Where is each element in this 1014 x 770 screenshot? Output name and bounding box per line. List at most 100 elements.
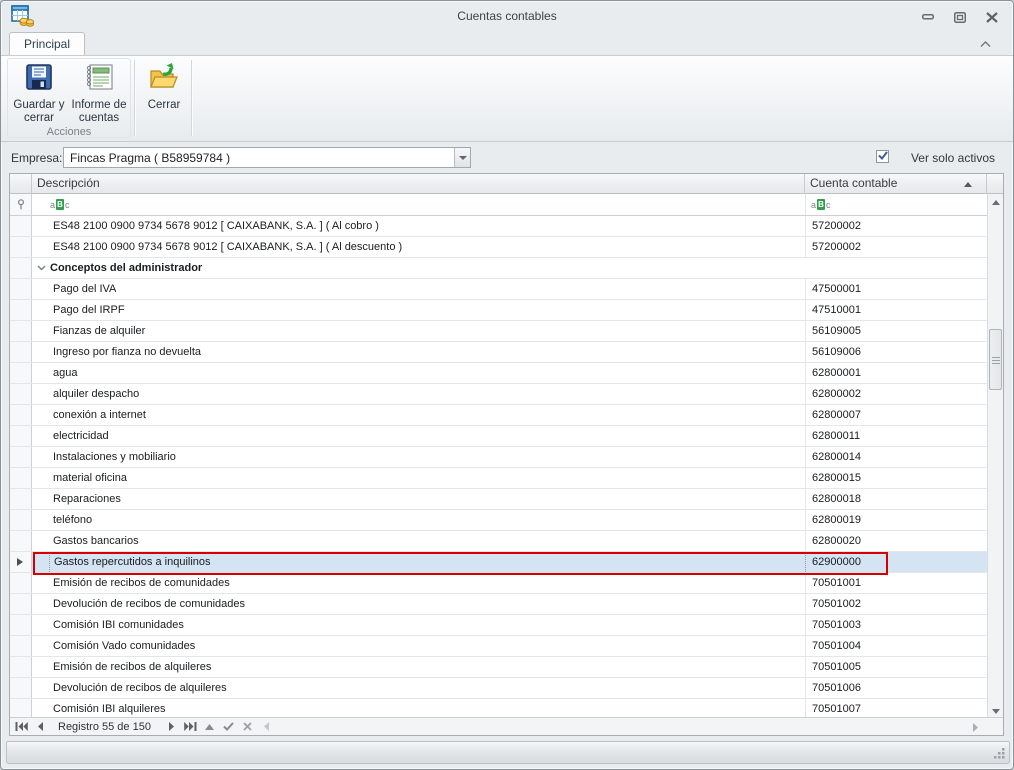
sort-ascending-icon (964, 182, 972, 187)
row-indent (32, 636, 49, 656)
grid-row[interactable]: Instalaciones y mobiliario 62800014 (10, 447, 987, 468)
grid-row[interactable]: Fianzas de alquiler 56109005 (10, 321, 987, 342)
cell-descripcion: Reparaciones (53, 493, 121, 505)
filter-cell-cuenta[interactable]: aBc (805, 194, 987, 215)
ribbon-group-label: Acciones (46, 126, 92, 138)
group-expanded-chevron-icon[interactable] (32, 258, 50, 278)
grid-row[interactable]: electricidad 62800011 (10, 426, 987, 447)
row-indicator (10, 426, 32, 446)
cell-cuenta-contable: 62900000 (805, 552, 987, 572)
cell-cuenta-contable: 47510001 (805, 300, 987, 320)
save-icon (26, 64, 52, 90)
combo-dropdown-button[interactable] (454, 148, 470, 167)
last-record-button[interactable] (183, 720, 199, 734)
button-label: Guardar y cerrar (13, 99, 65, 124)
grid-row[interactable]: Devolución de recibos de alquileres 70501… (10, 678, 987, 699)
cell-descripcion: Devolución de recibos de alquileres (53, 682, 227, 694)
row-indent (32, 657, 49, 677)
grid-row[interactable]: Reparaciones 62800018 (10, 489, 987, 510)
guardar-y-cerrar-button[interactable]: Guardar y cerrar (9, 59, 69, 131)
tab-principal[interactable]: Principal (9, 32, 86, 55)
maximize-button[interactable] (951, 10, 969, 24)
grid-rows: ES48 2100 0900 9734 5678 9012 [ CAIXABAN… (10, 216, 987, 719)
grid-group-row[interactable]: Conceptos del administrador (10, 258, 987, 279)
grid-row[interactable]: ES48 2100 0900 9734 5678 9012 [ CAIXABAN… (10, 216, 987, 237)
previous-record-button[interactable] (32, 720, 48, 734)
row-indicator (10, 384, 32, 404)
column-header-cuenta-contable[interactable]: Cuenta contable (805, 174, 987, 194)
grid-row[interactable]: Ingreso por fianza no devuelta 56109006 (10, 342, 987, 363)
grid-row[interactable]: Devolución de recibos de comunidades 7050… (10, 594, 987, 615)
abc-filter-icon: aBc (811, 199, 831, 210)
ver-solo-activos-checkbox[interactable] (876, 150, 889, 163)
row-indent (32, 237, 49, 257)
end-edit-button[interactable] (221, 720, 237, 734)
first-record-button[interactable] (13, 720, 29, 734)
column-header-label: Cuenta contable (810, 176, 898, 190)
row-indent (32, 510, 49, 530)
move-up-button[interactable] (202, 720, 218, 734)
grid-row[interactable]: agua 62800001 (10, 363, 987, 384)
minimize-button[interactable] (919, 10, 937, 24)
row-indent (32, 678, 49, 698)
informe-de-cuentas-button[interactable]: Informe de cuentas (67, 59, 131, 131)
grid-row[interactable]: Gastos repercutidos a inquilinos 62900000 (10, 552, 987, 573)
grid-row[interactable]: material oficina 62800015 (10, 468, 987, 489)
filter-pin-icon (17, 199, 24, 210)
row-indent (32, 573, 49, 593)
row-indicator (10, 342, 32, 362)
ribbon-collapse-icon[interactable] (977, 37, 993, 51)
cerrar-button[interactable]: Cerrar (139, 59, 189, 131)
grid-row[interactable]: Comisión IBI comunidades 70501003 (10, 615, 987, 636)
cancel-edit-button[interactable] (240, 720, 256, 734)
row-indicator (10, 300, 32, 320)
row-indicator (10, 678, 32, 698)
resize-grip[interactable] (993, 747, 1006, 760)
ribbon-separator (134, 60, 135, 136)
status-bar (6, 741, 1010, 764)
cell-cuenta-contable: 62800015 (805, 468, 987, 488)
row-indicator (10, 615, 32, 635)
cell-cuenta-contable: 70501002 (805, 594, 987, 614)
next-record-button[interactable] (164, 720, 180, 734)
row-indicator (10, 552, 32, 572)
grid-row[interactable]: Pago del IRPF 47510001 (10, 300, 987, 321)
grid-row[interactable]: Comisión IBI alquileres 70501007 (10, 699, 987, 719)
hscroll-left-icon[interactable] (259, 720, 275, 734)
row-indent (32, 594, 49, 614)
grid-row[interactable]: Emisión de recibos de comunidades 7050100… (10, 573, 987, 594)
auto-filter-row: aBc aBc (10, 194, 987, 216)
grid-row[interactable]: ES48 2100 0900 9734 5678 9012 [ CAIXABAN… (10, 237, 987, 258)
grid-row[interactable]: Emisión de recibos de alquileres 70501005 (10, 657, 987, 678)
hscroll-right-icon[interactable] (967, 720, 983, 734)
cell-cuenta-contable: 62800001 (805, 363, 987, 383)
button-label: Informe de cuentas (71, 99, 127, 124)
empresa-combobox[interactable]: Fincas Pragma ( B58959784 ) (63, 147, 471, 168)
cell-descripcion: Gastos repercutidos a inquilinos (49, 552, 805, 572)
cell-cuenta-contable: 57200002 (805, 216, 987, 236)
grid-row[interactable]: Pago del IVA 47500001 (10, 279, 987, 300)
grid-row[interactable]: Gastos bancarios 62800020 (10, 531, 987, 552)
grid-row[interactable]: teléfono 62800019 (10, 510, 987, 531)
column-header-descripcion[interactable]: Descripción (32, 174, 805, 194)
close-button[interactable] (983, 10, 1001, 24)
ribbon: Guardar y cerrar Informe de cuentas Cerr… (1, 55, 1013, 142)
cell-descripcion: Comisión Vado comunidades (53, 640, 196, 652)
row-indent (32, 426, 49, 446)
row-indicator (10, 405, 32, 425)
vertical-scrollbar-thumb[interactable] (989, 329, 1002, 390)
grid-row[interactable]: alquiler despacho 62800002 (10, 384, 987, 405)
cell-descripcion: Comisión IBI alquileres (53, 703, 166, 715)
cell-descripcion: ES48 2100 0900 9734 5678 9012 [ CAIXABAN… (53, 241, 403, 253)
cell-cuenta-contable: 70501004 (805, 636, 987, 656)
row-indicator (10, 321, 32, 341)
grid-row[interactable]: conexión a internet 62800007 (10, 405, 987, 426)
vertical-scrollbar[interactable] (987, 194, 1003, 719)
cell-descripcion: Pago del IRPF (53, 304, 125, 316)
grid-row[interactable]: Comisión Vado comunidades 70501004 (10, 636, 987, 657)
cell-cuenta-contable: 70501001 (805, 573, 987, 593)
cell-descripcion: Instalaciones y mobiliario (53, 451, 176, 463)
filter-cell-descripcion[interactable]: aBc (32, 194, 805, 215)
scroll-up-icon[interactable] (988, 194, 1004, 210)
row-indicator (10, 657, 32, 677)
